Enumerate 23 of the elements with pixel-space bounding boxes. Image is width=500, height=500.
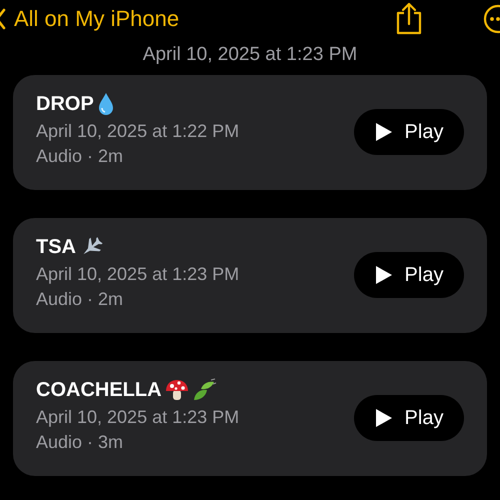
play-button[interactable]: Play bbox=[354, 109, 464, 155]
recording-card[interactable]: DROP April 10, 2025 at 1:22 PM Audio · 2m Play bbox=[13, 75, 487, 190]
recording-meta: Audio · 2m bbox=[36, 145, 124, 167]
play-button[interactable]: Play bbox=[354, 395, 464, 441]
recording-title: DROP bbox=[36, 92, 94, 116]
play-icon bbox=[374, 408, 393, 428]
recording-date: April 10, 2025 at 1:23 PM bbox=[36, 406, 240, 428]
recording-card[interactable]: COACHELLA April 10, 2025 at 1:23 PM Audio · 3m Play bbox=[13, 361, 487, 476]
recording-meta: Audio · 2m bbox=[36, 288, 124, 310]
date-heading: April 10, 2025 at 1:23 PM bbox=[142, 44, 358, 66]
play-icon bbox=[374, 122, 393, 142]
play-button[interactable]: Play bbox=[354, 252, 464, 298]
recording-title: COACHELLA bbox=[36, 378, 162, 402]
recording-card[interactable]: TSA April 10, 2025 at 1:23 PM Audio · 2m Play bbox=[13, 218, 487, 333]
back-button[interactable]: All on My iPhone bbox=[0, 6, 180, 32]
recording-meta: Audio · 3m bbox=[36, 431, 124, 453]
recording-date: April 10, 2025 at 1:22 PM bbox=[36, 120, 240, 142]
recording-title: TSA bbox=[36, 236, 76, 258]
mushroom-icon bbox=[164, 378, 189, 402]
share-icon[interactable] bbox=[395, 2, 423, 36]
play-icon bbox=[374, 265, 393, 285]
droplet-icon bbox=[96, 92, 115, 116]
recording-date: April 10, 2025 at 1:23 PM bbox=[36, 263, 240, 285]
